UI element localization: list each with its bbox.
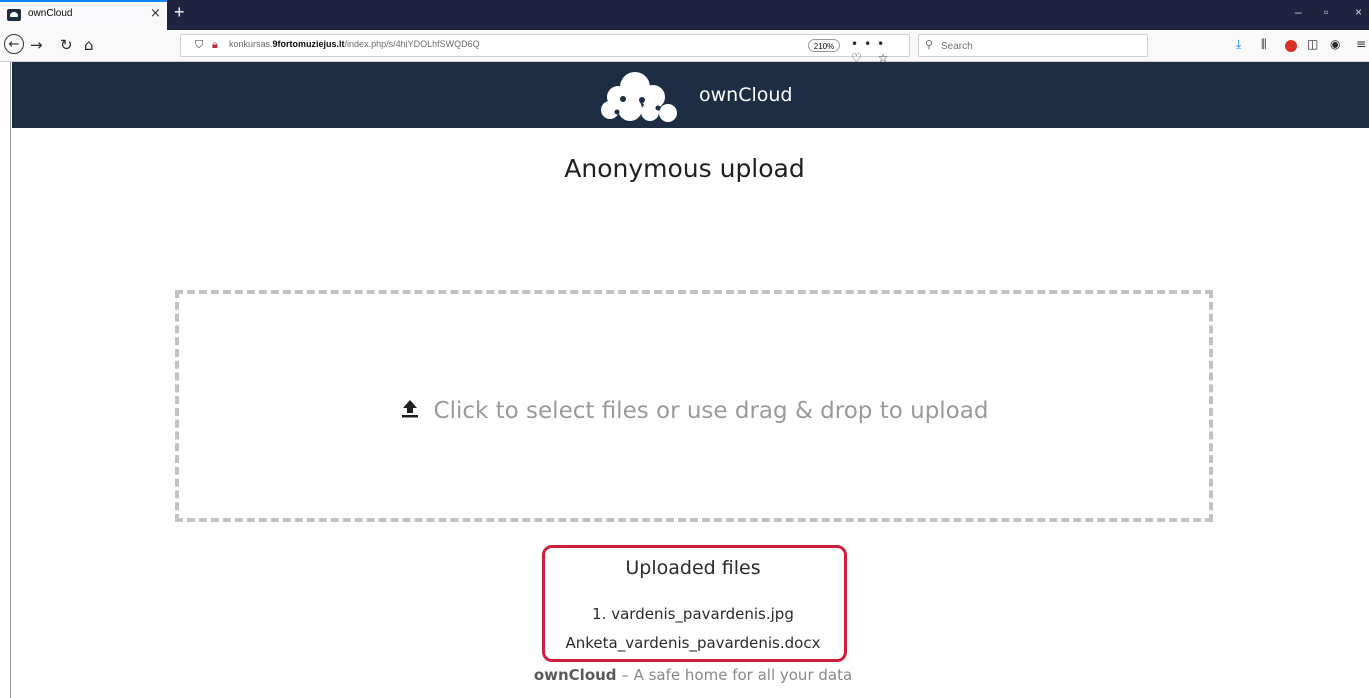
tab-bar: ownCloud × + – ▫ × — [0, 0, 1369, 30]
owncloud-header: ownCloud — [12, 62, 1369, 128]
insecure-lock-icon[interactable]: 🔒︎ — [212, 38, 218, 52]
search-bar[interactable]: ⚲ — [918, 34, 1148, 57]
footer-brand[interactable]: ownCloud — [534, 666, 617, 684]
library-icon[interactable]: ⫼ — [1261, 37, 1267, 52]
home-icon[interactable]: ⌂ — [84, 36, 94, 54]
uploaded-file-item: Anketa_vardenis_pavardenis.docx — [565, 634, 821, 652]
tab-title: ownCloud — [28, 8, 73, 19]
owncloud-brand-name: ownCloud — [699, 84, 793, 106]
url-text[interactable]: konkursas.9fortomuziejus.lt/index.php/s/… — [229, 39, 480, 49]
page-title: Anonymous upload — [564, 154, 805, 183]
reload-icon[interactable]: ↻ — [60, 36, 73, 54]
search-input[interactable] — [939, 37, 1143, 55]
navigation-toolbar: ← → ↻ ⌂ ⛉ 🔒︎ konkursas.9fortomuziejus.lt… — [0, 30, 1369, 65]
download-icon[interactable]: ⤓ — [1236, 37, 1241, 52]
zoom-level-badge[interactable]: 210% — [808, 39, 840, 52]
tracking-shield-icon[interactable]: ⛉ — [195, 38, 203, 52]
hamburger-menu-icon[interactable]: ≡ — [1356, 37, 1366, 51]
search-icon: ⚲ — [925, 38, 934, 51]
forward-arrow-icon[interactable]: → — [30, 36, 43, 54]
minimize-button[interactable]: – — [1295, 5, 1302, 19]
owncloud-logo-icon[interactable] — [590, 67, 690, 123]
tab-close-icon[interactable]: × — [150, 6, 161, 21]
footer-tagline: – A safe home for all your data — [616, 666, 853, 684]
address-bar[interactable]: ⛉ 🔒︎ konkursas.9fortomuziejus.lt/index.p… — [180, 34, 910, 65]
tab-owncloud[interactable]: ownCloud × — [0, 0, 167, 30]
upload-icon — [400, 398, 420, 424]
owncloud-favicon-icon — [7, 9, 21, 21]
sidebar-icon[interactable]: ◫ — [1307, 37, 1318, 51]
url-domain: 9fortomuziejus.lt — [272, 39, 345, 49]
extension-icon[interactable]: ◉ — [1330, 37, 1340, 51]
dropzone-label: Click to select files or use drag & drop… — [433, 398, 989, 424]
new-tab-button[interactable]: + — [174, 2, 185, 23]
adblock-icon[interactable] — [1285, 40, 1297, 52]
upload-dropzone[interactable]: Click to select files or use drag & drop… — [175, 290, 1213, 522]
back-arrow-icon[interactable]: ← — [4, 34, 24, 54]
uploaded-file-item: 1. vardenis_pavardenis.jpg — [592, 605, 794, 623]
uploaded-files-title: Uploaded files — [625, 557, 761, 579]
footer: ownCloud – A safe home for all your data — [0, 666, 1369, 684]
window-frame — [0, 0, 11, 698]
more-icon[interactable]: ••• — [851, 37, 890, 51]
restore-button[interactable]: ▫ — [1324, 5, 1328, 19]
close-window-button[interactable]: × — [1355, 5, 1362, 19]
